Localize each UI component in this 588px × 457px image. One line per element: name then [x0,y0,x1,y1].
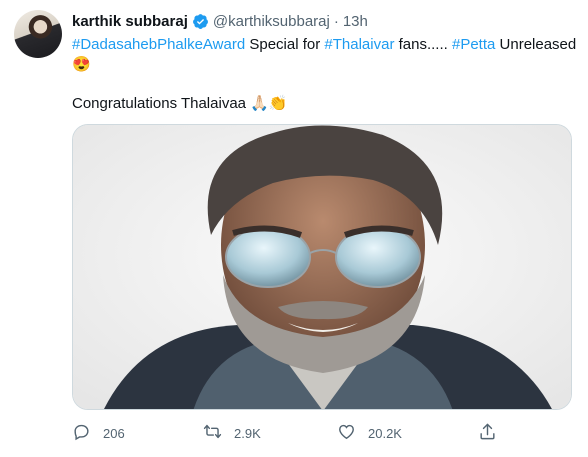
reply-icon[interactable] [72,422,91,444]
like-count: 20.2K [368,425,402,441]
tweet-header: karthik subbaraj @karthiksubbaraj · 13h [72,11,368,31]
praying-clapping-emoji: 🙏🏻👏 [250,95,288,112]
hashtag-link[interactable]: #Thalaivar [324,36,394,53]
share-action[interactable] [478,420,497,446]
hashtag-link[interactable]: #DadasahebPhalkeAward [72,36,245,53]
verified-badge-icon [192,13,209,30]
retweet-action[interactable]: 2.9K [203,420,261,446]
retweet-count: 2.9K [234,425,261,441]
tweet-media-image[interactable] [72,124,572,410]
like-action[interactable]: 20.2K [337,420,402,446]
heart-eyes-emoji: 😍 [72,56,91,73]
tweet-text-segment: Congratulations Thalaivaa [72,95,251,112]
tweet-actions: 206 2.9K 20.2K [72,420,512,446]
hashtag-link[interactable]: #Petta [452,36,495,53]
reply-count: 206 [103,425,125,441]
tweet-text-segment: Special for [245,36,325,53]
tweet-timestamp[interactable]: 13h [343,13,368,30]
author-handle[interactable]: @karthiksubbaraj [213,13,330,30]
tweet-text-segment: Unreleased [495,36,577,53]
author-name[interactable]: karthik subbaraj [72,13,188,30]
reply-action[interactable]: 206 [72,420,125,446]
separator-dot: · [333,12,339,30]
tweet-text-segment: fans..... [394,36,452,53]
tweet-text-congrats: Congratulations Thalaivaa 🙏🏻👏 [72,94,288,114]
photo-illustration [73,125,571,409]
retweet-icon[interactable] [203,422,222,444]
share-icon[interactable] [478,422,497,444]
like-icon[interactable] [337,422,356,444]
author-avatar[interactable] [14,10,62,58]
tweet-body: #DadasahebPhalkeAward Special for #Thala… [72,35,576,75]
